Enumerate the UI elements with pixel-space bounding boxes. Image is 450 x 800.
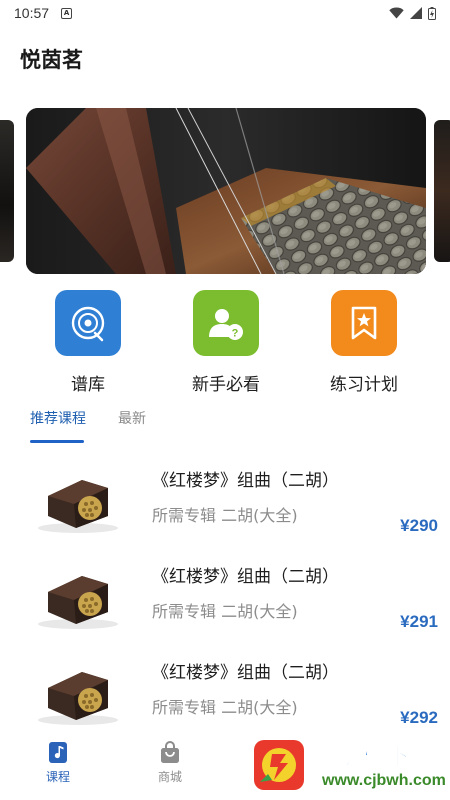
tab-recommended[interactable]: 推荐课程 bbox=[30, 408, 86, 428]
bookmark-star-icon bbox=[331, 290, 397, 356]
vinyl-record-icon bbox=[55, 290, 121, 356]
watermark-text: 超级棒下载站 bbox=[314, 742, 450, 771]
battery-icon bbox=[428, 6, 436, 20]
status-icons bbox=[389, 6, 436, 20]
quick-nav-label: 新手必看 bbox=[192, 375, 260, 395]
status-bar: 10:57 A bbox=[0, 0, 450, 26]
music-note-icon bbox=[49, 742, 67, 763]
tab-latest[interactable]: 最新 bbox=[118, 408, 146, 428]
user-question-icon: ? bbox=[193, 290, 259, 356]
quick-nav-score-library[interactable]: 谱库 bbox=[28, 290, 148, 395]
list-item[interactable]: 《红楼梦》组曲（二胡） 所需专辑 二胡(大全) ¥292 bbox=[0, 644, 450, 740]
course-title: 《红楼梦》组曲（二胡） bbox=[152, 471, 339, 491]
watermark-url: www.cjbwh.com bbox=[322, 772, 446, 789]
course-price: ¥290 bbox=[400, 516, 438, 535]
course-thumbnail bbox=[38, 672, 118, 725]
quick-nav-label: 练习计划 bbox=[330, 375, 398, 395]
list-item[interactable]: 《红楼梦》组曲（二胡） 所需专辑 二胡(大全) ¥291 bbox=[0, 548, 450, 644]
shopping-bag-icon bbox=[161, 741, 179, 763]
course-title: 《红楼梦》组曲（二胡） bbox=[152, 663, 339, 683]
page-title: 悦茵茗 bbox=[20, 48, 83, 72]
status-time: 10:57 bbox=[14, 5, 50, 21]
nav-shop[interactable]: 商城 bbox=[140, 740, 200, 785]
quick-nav-label: 谱库 bbox=[71, 375, 105, 395]
signal-icon bbox=[410, 7, 422, 19]
course-tabs: 推荐课程 最新 bbox=[0, 404, 450, 444]
wifi-icon bbox=[389, 7, 404, 19]
course-price: ¥291 bbox=[400, 612, 438, 631]
course-subtitle: 所需专辑 二胡(大全) bbox=[152, 698, 298, 717]
banner-carousel[interactable] bbox=[0, 108, 450, 274]
course-thumbnail bbox=[38, 480, 118, 533]
quick-nav-beginner-guide[interactable]: ? 新手必看 bbox=[166, 290, 286, 395]
banner-image[interactable] bbox=[26, 108, 426, 274]
course-subtitle: 所需专辑 二胡(大全) bbox=[152, 506, 298, 525]
banner-next-peek[interactable] bbox=[434, 120, 450, 262]
quick-nav-practice-plan[interactable]: 练习计划 bbox=[304, 290, 424, 395]
svg-text:?: ? bbox=[232, 328, 239, 340]
watermark-logo-icon bbox=[254, 740, 304, 790]
banner-prev-peek[interactable] bbox=[0, 120, 14, 262]
quick-nav: 谱库 ? 新手必看 练习计划 bbox=[0, 290, 450, 396]
nav-courses[interactable]: 课程 bbox=[28, 740, 88, 785]
list-item[interactable]: 《红楼梦》组曲（二胡） 所需专辑 二胡(大全) ¥290 bbox=[0, 452, 450, 548]
course-subtitle: 所需专辑 二胡(大全) bbox=[152, 602, 298, 621]
course-title: 《红楼梦》组曲（二胡） bbox=[152, 567, 339, 587]
notification-icon: A bbox=[61, 7, 73, 19]
course-thumbnail bbox=[38, 576, 118, 629]
course-price: ¥292 bbox=[400, 708, 438, 727]
nav-label: 商城 bbox=[157, 770, 182, 784]
tab-indicator bbox=[30, 440, 84, 443]
watermark: 超级棒下载站 www.cjbwh.com bbox=[250, 730, 450, 800]
nav-label: 课程 bbox=[45, 770, 70, 784]
